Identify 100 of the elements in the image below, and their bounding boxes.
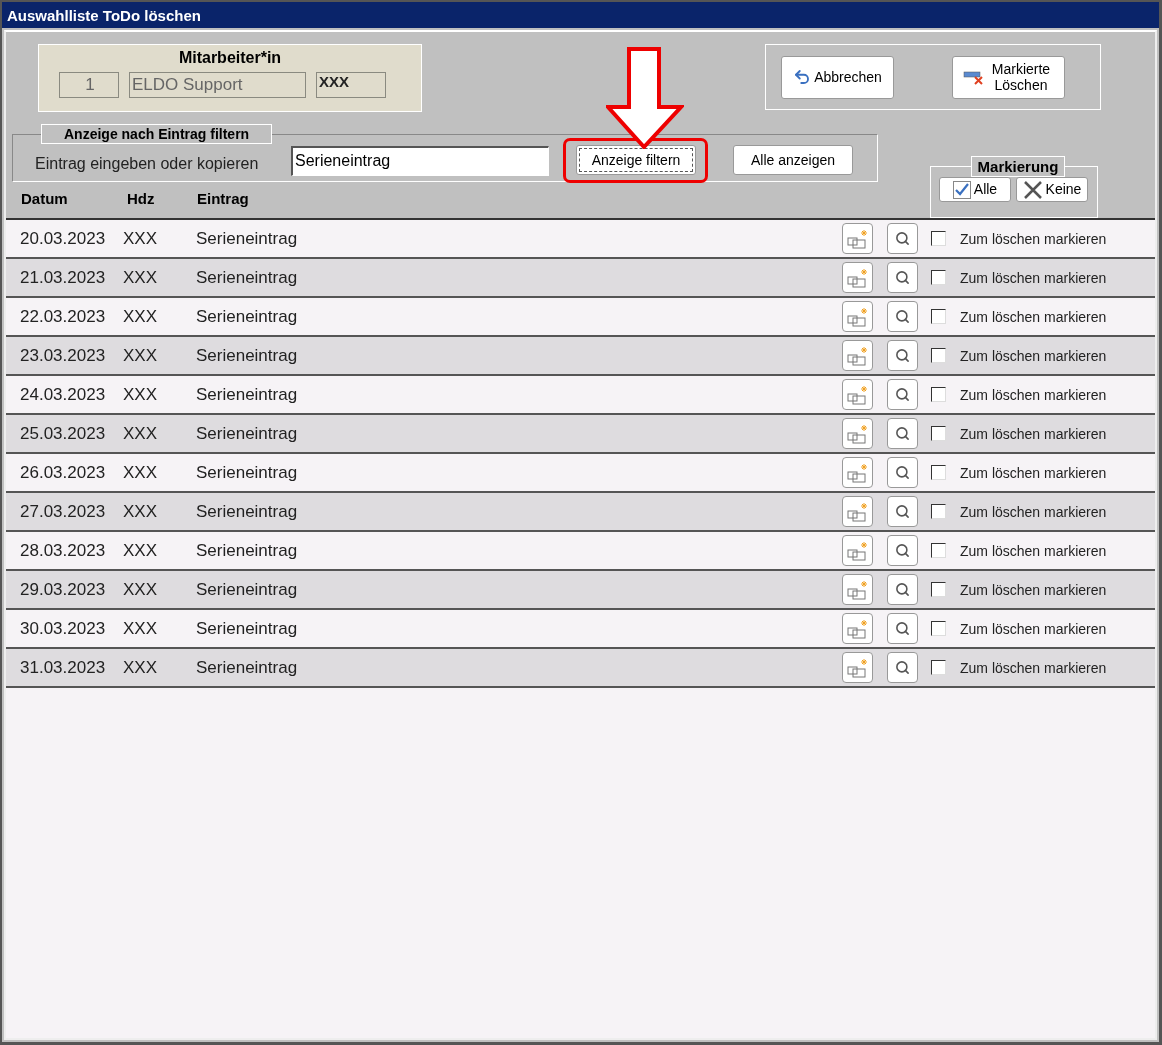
search-button[interactable] [887, 535, 918, 566]
new-window-button[interactable] [842, 418, 873, 449]
search-button[interactable] [887, 652, 918, 683]
date-cell-text: 27.03.2023 [20, 501, 107, 522]
search-icon [895, 504, 910, 519]
search-button[interactable] [887, 379, 918, 410]
new-window-button[interactable] [842, 301, 873, 332]
search-icon [895, 309, 910, 324]
mark-label: Zum löschen markieren [960, 347, 1107, 364]
new-window-icon [846, 423, 869, 444]
checkbox[interactable] [931, 621, 946, 636]
checkbox[interactable] [931, 309, 946, 324]
new-window-button[interactable] [842, 613, 873, 644]
entry-row[interactable]: 30.03.2023 XXX Serieneintrag Zum löschen markieren [6, 610, 1155, 649]
entry-cell-text: Serieneintrag [196, 501, 299, 522]
search-button[interactable] [887, 262, 918, 293]
search-icon [895, 270, 910, 285]
search-button[interactable] [887, 418, 918, 449]
search-button[interactable] [887, 457, 918, 488]
entry-cell-text: Serieneintrag [196, 540, 299, 561]
new-window-button[interactable] [842, 379, 873, 410]
new-window-button[interactable] [842, 574, 873, 605]
hdz-cell-text: XXX [123, 657, 159, 678]
entry-cell-text: Serieneintrag [196, 384, 299, 405]
new-window-icon [846, 384, 869, 405]
new-window-button[interactable] [842, 340, 873, 371]
mark-label: Zum löschen markieren [960, 581, 1107, 598]
search-button[interactable] [887, 340, 918, 371]
hdz-cell-text: XXX [123, 579, 159, 600]
checkmark-icon [952, 180, 971, 199]
entry-row[interactable]: 22.03.2023 XXX Serieneintrag Zum löschen markieren [6, 298, 1155, 337]
entry-row[interactable]: 26.03.2023 XXX Serieneintrag Zum löschen markieren [6, 454, 1155, 493]
search-button[interactable] [887, 613, 918, 644]
entry-row[interactable]: 29.03.2023 XXX Serieneintrag Zum löschen markieren [6, 571, 1155, 610]
entry-row[interactable]: 24.03.2023 XXX Serieneintrag Zum löschen markieren [6, 376, 1155, 415]
entry-cell-text: Serieneintrag [196, 345, 299, 366]
hdz-cell-text: XXX [123, 462, 159, 483]
employee-number: 1 [59, 72, 119, 98]
column-header: Datum [21, 190, 69, 207]
new-window-button[interactable] [842, 496, 873, 527]
new-window-icon [846, 267, 869, 288]
checkbox[interactable] [931, 504, 946, 519]
checkbox[interactable] [931, 582, 946, 597]
checkbox[interactable] [931, 231, 946, 246]
checkbox[interactable] [931, 660, 946, 675]
new-window-button[interactable] [842, 262, 873, 293]
new-window-button[interactable] [842, 457, 873, 488]
new-window-icon [846, 657, 869, 678]
filter-input[interactable]: Serieneintrag [291, 145, 549, 176]
entry-cell-text: Serieneintrag [196, 579, 299, 600]
checkbox[interactable] [931, 426, 946, 441]
new-window-icon [846, 345, 869, 366]
entry-cell-text: Serieneintrag [196, 267, 299, 288]
entry-row[interactable]: 25.03.2023 XXX Serieneintrag Zum löschen markieren [6, 415, 1155, 454]
entry-cell-text: Serieneintrag [196, 657, 299, 678]
filter-button[interactable]: Anzeige filtern [576, 145, 696, 175]
search-button[interactable] [887, 223, 918, 254]
new-window-button[interactable] [842, 535, 873, 566]
checkbox[interactable] [931, 543, 946, 558]
delete-marked-button[interactable]: Markierte Löschen [952, 55, 1065, 99]
checkbox[interactable] [931, 387, 946, 402]
column-header: Hdz [127, 190, 156, 207]
checkbox[interactable] [931, 465, 946, 480]
date-cell-text: 31.03.2023 [20, 657, 107, 678]
date-cell-text: 21.03.2023 [20, 267, 107, 288]
entry-cell-text: Serieneintrag [196, 228, 299, 249]
mark-label: Zum löschen markieren [960, 230, 1107, 247]
delete-icon [963, 69, 985, 85]
select-all-button[interactable]: Alle [939, 177, 1011, 202]
cancel-button[interactable]: Abbrechen [781, 55, 894, 99]
checkbox[interactable] [931, 348, 946, 363]
entry-row[interactable]: 21.03.2023 XXX Serieneintrag Zum löschen markieren [6, 259, 1155, 298]
select-none-button[interactable]: Keine [1016, 177, 1088, 202]
entry-row[interactable]: 20.03.2023 XXX Serieneintrag Zum löschen markieren [6, 220, 1155, 259]
new-window-icon [846, 618, 869, 639]
entry-row[interactable]: 28.03.2023 XXX Serieneintrag Zum löschen markieren [6, 532, 1155, 571]
filter-label: Eintrag eingeben oder kopieren [35, 154, 260, 173]
mark-label: Zum löschen markieren [960, 659, 1107, 676]
search-button[interactable] [887, 496, 918, 527]
entry-row[interactable]: 31.03.2023 XXX Serieneintrag Zum löschen markieren [6, 649, 1155, 688]
mark-label: Zum löschen markieren [960, 620, 1107, 637]
hdz-cell-text: XXX [123, 540, 159, 561]
search-icon [895, 231, 910, 246]
entry-cell-text: Serieneintrag [196, 423, 299, 444]
date-cell-text: 23.03.2023 [20, 345, 107, 366]
entry-row[interactable]: 23.03.2023 XXX Serieneintrag Zum löschen markieren [6, 337, 1155, 376]
entry-cell-text: Serieneintrag [196, 462, 299, 483]
new-window-icon [846, 306, 869, 327]
checkbox[interactable] [931, 270, 946, 285]
hdz-cell-text: XXX [123, 228, 159, 249]
date-cell-text: 30.03.2023 [20, 618, 107, 639]
search-button[interactable] [887, 574, 918, 605]
search-button[interactable] [887, 301, 918, 332]
mark-label: Zum löschen markieren [960, 542, 1107, 559]
new-window-button[interactable] [842, 652, 873, 683]
new-window-icon [846, 540, 869, 561]
new-window-button[interactable] [842, 223, 873, 254]
search-icon [895, 660, 910, 675]
entry-row[interactable]: 27.03.2023 XXX Serieneintrag Zum löschen markieren [6, 493, 1155, 532]
filter-button[interactable]: Alle anzeigen [733, 145, 853, 175]
